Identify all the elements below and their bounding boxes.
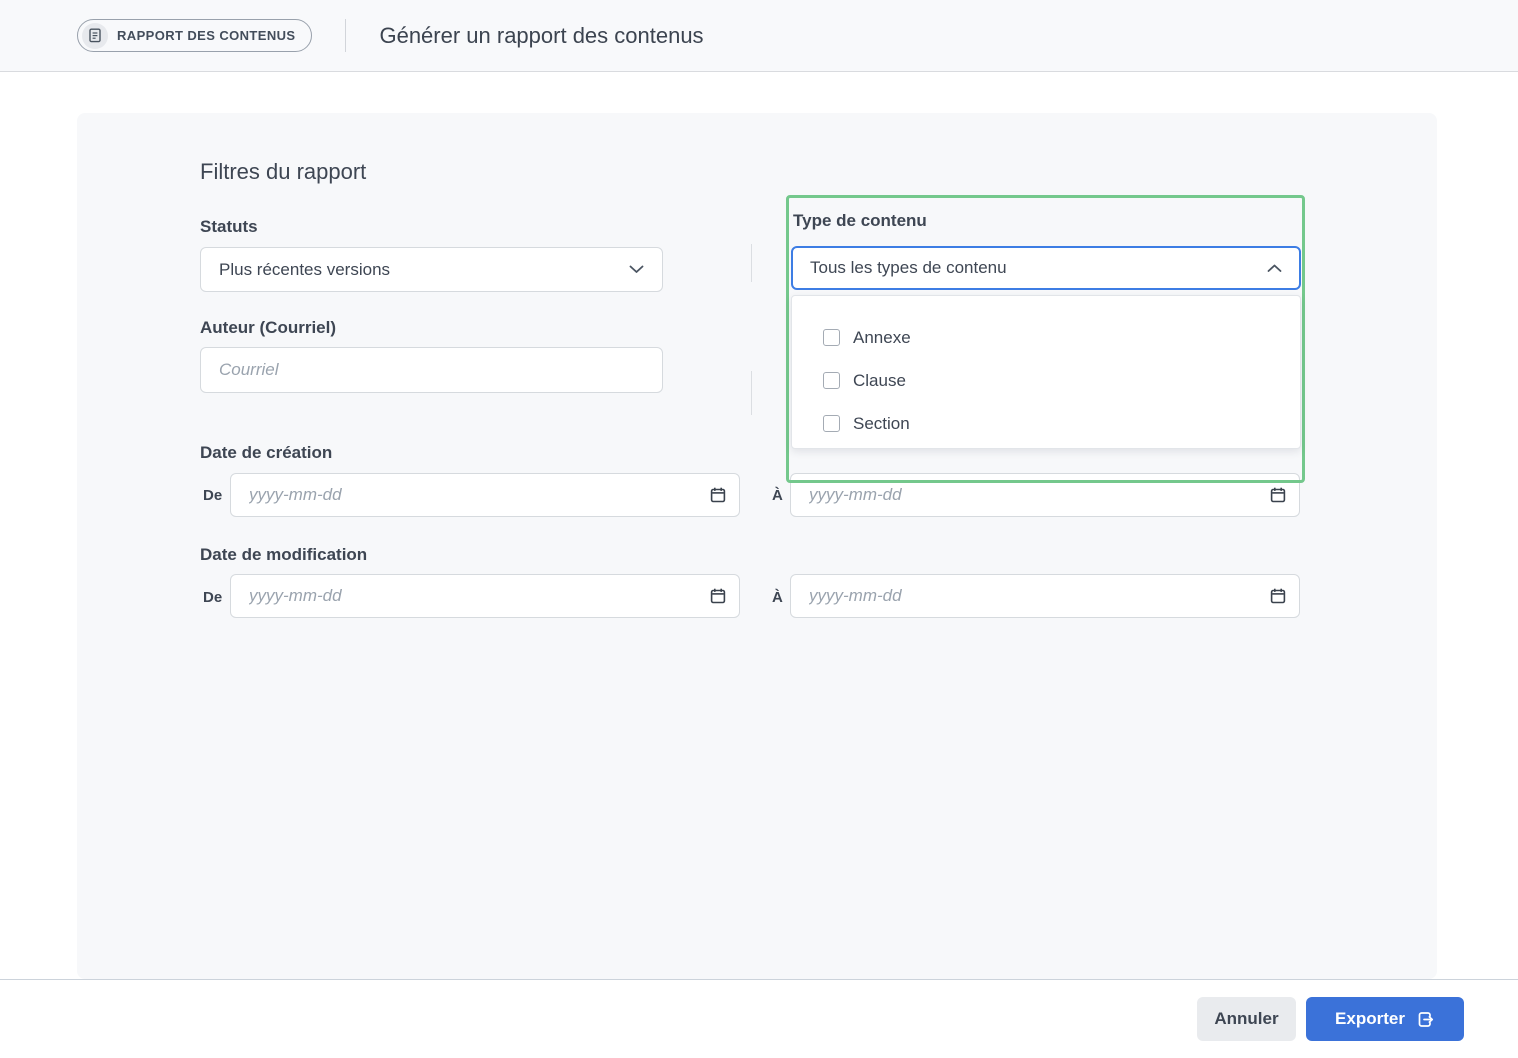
export-button[interactable]: Exporter bbox=[1306, 997, 1464, 1041]
top-bar: RAPPORT DES CONTENUS Générer un rapport … bbox=[0, 0, 1518, 72]
calendar-icon[interactable] bbox=[710, 487, 726, 504]
date-creation-from-input[interactable] bbox=[230, 473, 740, 517]
filters-heading: Filtres du rapport bbox=[200, 159, 366, 185]
badge-label: RAPPORT DES CONTENUS bbox=[117, 28, 295, 43]
type-contenu-label: Type de contenu bbox=[793, 211, 927, 231]
checkbox-icon[interactable] bbox=[823, 415, 840, 432]
cancel-button-label: Annuler bbox=[1214, 1009, 1278, 1029]
auteur-label: Auteur (Courriel) bbox=[200, 318, 336, 338]
date-creation-to-label: À bbox=[772, 487, 783, 504]
type-contenu-option-clause[interactable]: Clause bbox=[792, 359, 1300, 402]
checkbox-icon[interactable] bbox=[823, 372, 840, 389]
type-contenu-select[interactable]: Tous les types de contenu bbox=[791, 246, 1301, 290]
page-title: Générer un rapport des contenus bbox=[379, 23, 703, 49]
statuts-selected-value: Plus récentes versions bbox=[219, 260, 390, 280]
report-filters-card: Filtres du rapport Statuts Plus récentes… bbox=[77, 113, 1437, 979]
date-modification-from-label: De bbox=[203, 589, 222, 606]
rapport-des-contenus-badge[interactable]: RAPPORT DES CONTENUS bbox=[77, 19, 312, 52]
footer-action-bar: Annuler Exporter bbox=[0, 979, 1518, 1058]
statuts-label: Statuts bbox=[200, 217, 258, 237]
auteur-courriel-input[interactable] bbox=[200, 347, 663, 393]
chevron-up-icon bbox=[1267, 264, 1282, 273]
export-icon bbox=[1416, 1010, 1435, 1029]
column-divider-middle bbox=[751, 371, 752, 415]
calendar-icon[interactable] bbox=[710, 588, 726, 605]
export-button-label: Exporter bbox=[1335, 1009, 1405, 1029]
column-divider-top bbox=[751, 244, 752, 282]
type-contenu-selected-value: Tous les types de contenu bbox=[810, 258, 1007, 278]
date-modification-from-input[interactable] bbox=[230, 574, 740, 618]
type-contenu-dropdown: Annexe Clause Section bbox=[791, 295, 1301, 449]
statuts-select[interactable]: Plus récentes versions bbox=[200, 247, 663, 292]
type-contenu-option-annexe[interactable]: Annexe bbox=[792, 316, 1300, 359]
date-creation-label: Date de création bbox=[200, 443, 332, 463]
cancel-button[interactable]: Annuler bbox=[1197, 997, 1296, 1041]
report-document-icon bbox=[82, 23, 108, 49]
date-modification-label: Date de modification bbox=[200, 545, 367, 565]
calendar-icon[interactable] bbox=[1270, 487, 1286, 504]
option-label: Annexe bbox=[853, 328, 911, 348]
option-label: Section bbox=[853, 414, 910, 434]
date-modification-to-label: À bbox=[772, 589, 783, 606]
checkbox-icon[interactable] bbox=[823, 329, 840, 346]
type-contenu-highlight-box: Type de contenu Tous les types de conten… bbox=[786, 195, 1305, 483]
topbar-divider bbox=[345, 19, 346, 52]
type-contenu-option-section[interactable]: Section bbox=[792, 402, 1300, 445]
date-modification-to-input[interactable] bbox=[790, 574, 1300, 618]
date-creation-from-label: De bbox=[203, 487, 222, 504]
option-label: Clause bbox=[853, 371, 906, 391]
calendar-icon[interactable] bbox=[1270, 588, 1286, 605]
chevron-down-icon bbox=[629, 265, 644, 274]
